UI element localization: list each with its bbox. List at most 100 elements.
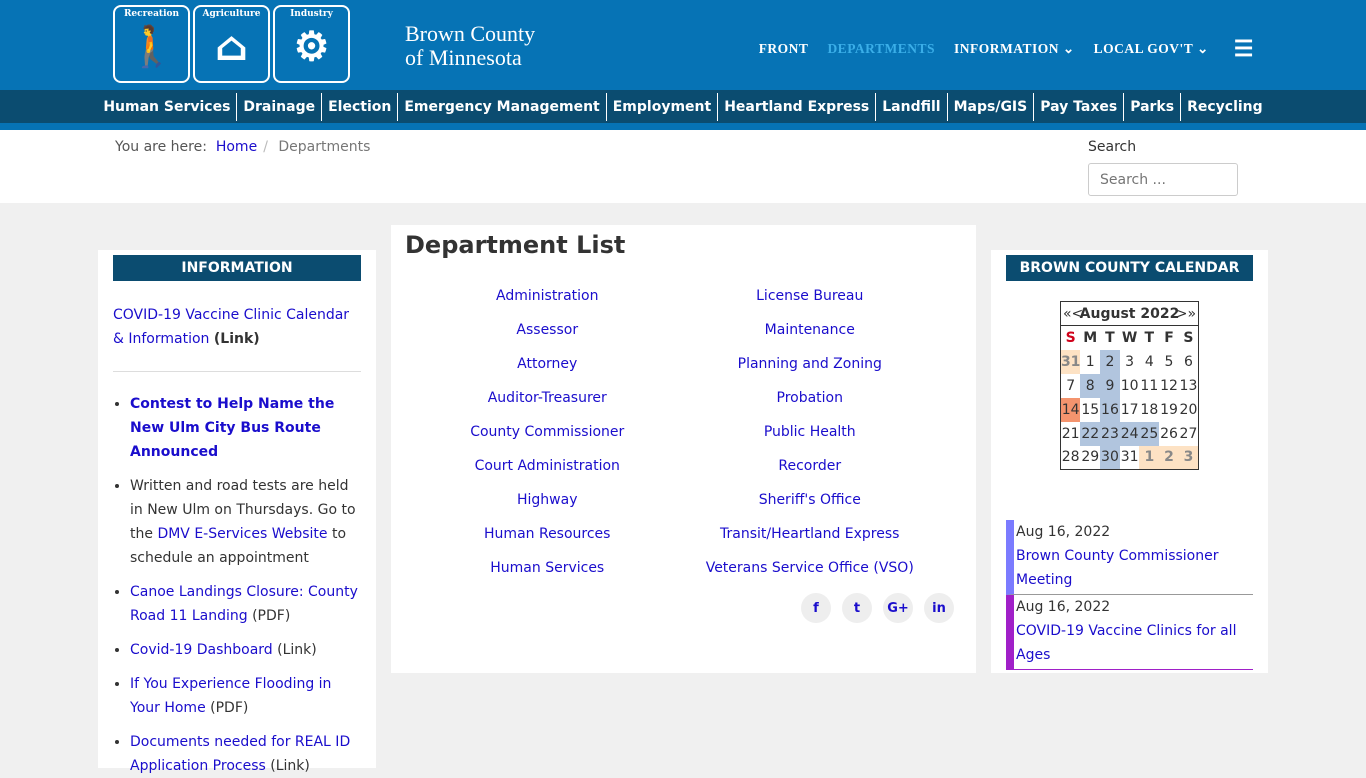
department-item: Public Health [664,415,957,449]
calendar-day[interactable]: 28 [1060,446,1080,470]
list-item: Covid-19 Dashboard (Link) [130,638,361,662]
calendar-day[interactable]: 12 [1159,374,1179,398]
event-link[interactable]: Brown County Commissioner Meeting [1016,548,1219,588]
site-header: Recreation 🚶 Agriculture ⌂ Industry ⚙ Brown… [0,0,1366,90]
logo-industry: Industry ⚙ [273,5,350,83]
department-item: Sheriff's Office [664,483,957,517]
calendar-day[interactable]: 4 [1139,350,1159,374]
department-link[interactable]: Probation [777,390,844,406]
nav-item[interactable]: FRONT [759,41,809,57]
calendar-day[interactable]: 19 [1159,398,1179,422]
google-plus-icon[interactable]: G+ [883,593,913,623]
department-link[interactable]: Administration [496,288,598,304]
calendar-day[interactable]: 3 [1120,350,1140,374]
calendar-day[interactable]: 25 [1139,421,1160,446]
subnav-item[interactable]: Parks [1124,92,1182,121]
calendar-day[interactable]: 8 [1080,373,1101,398]
subnav-item[interactable]: Drainage [237,92,323,121]
department-link[interactable]: Public Health [764,424,856,440]
event-link[interactable]: COVID-19 Vaccine Clinics for all Ages [1016,623,1236,663]
calendar-day[interactable]: 2 [1159,445,1179,470]
calendar-day[interactable]: 7 [1060,374,1080,398]
calendar-day[interactable]: 1 [1080,350,1100,374]
calendar-day[interactable]: 10 [1120,374,1140,398]
subnav-item[interactable]: Recycling [1181,93,1269,121]
prev-month-button[interactable]: «< [1063,306,1083,322]
subnav-item[interactable]: Employment [607,92,719,121]
department-link[interactable]: Human Resources [484,526,610,542]
calendar-day[interactable]: 13 [1179,374,1199,398]
calendar-week: 31 1 2 3 4 5 6 [1060,349,1199,374]
item-link[interactable]: Contest to Help Name the New Ulm City Bu… [130,396,334,460]
subnav-item[interactable]: Maps/GIS [948,92,1035,121]
breadcrumb-separator: / [263,139,268,155]
calendar-day[interactable]: 20 [1179,398,1199,422]
breadcrumb-home[interactable]: Home [216,139,257,155]
department-link[interactable]: Assessor [516,322,578,338]
hamburger-menu-icon[interactable]: ☰ [1234,36,1254,62]
calendar-day[interactable]: 6 [1179,350,1199,374]
calendar-day[interactable]: 9 [1100,373,1120,398]
calendar-day[interactable]: 16 [1100,397,1120,422]
department-item: Administration [411,279,684,313]
calendar-day[interactable]: 22 [1080,421,1101,446]
calendar-day[interactable]: 15 [1080,398,1100,422]
calendar-day[interactable]: 2 [1100,349,1120,374]
calendar-day[interactable]: 1 [1139,445,1160,470]
item-link[interactable]: Covid-19 Dashboard [130,642,273,658]
department-link[interactable]: Transit/Heartland Express [720,526,899,542]
department-item: Auditor-Treasurer [411,381,684,415]
facebook-icon[interactable]: f [801,593,831,623]
calendar-day[interactable]: 23 [1100,421,1120,446]
linkedin-icon[interactable]: in [924,593,954,623]
department-link[interactable]: Human Services [490,560,604,576]
item-link[interactable]: DMV E-Services Website [157,526,327,542]
calendar-day[interactable]: 27 [1179,422,1199,446]
subnav-item[interactable]: Landfill [876,92,948,121]
calendar-day[interactable]: 31 [1120,446,1140,470]
calendar-day[interactable]: 21 [1060,422,1080,446]
subnav-item[interactable]: Human Services [97,92,238,121]
subnav-item[interactable]: Election [322,92,399,121]
brand-name[interactable]: Brown County of Minnesota [405,22,535,70]
calendar-day[interactable]: 17 [1120,398,1140,422]
subnav-item[interactable]: Pay Taxes [1034,92,1125,121]
logo[interactable]: Recreation 🚶 Agriculture ⌂ Industry ⚙ [113,5,350,83]
calendar-day[interactable]: 26 [1159,422,1179,446]
next-month-button[interactable]: >» [1176,306,1196,322]
nav-item[interactable]: DEPARTMENTS [827,41,935,57]
twitter-icon[interactable]: t [842,593,872,623]
department-link[interactable]: Auditor-Treasurer [488,390,607,406]
item-link[interactable]: Canoe Landings Closure: County Road 11 L… [130,584,358,624]
panel-title: INFORMATION [113,255,361,281]
nav-item[interactable]: INFORMATION ⌄ [954,41,1075,57]
department-link[interactable]: Attorney [517,356,577,372]
calendar-day[interactable]: 11 [1139,374,1159,398]
department-link[interactable]: Veterans Service Office (VSO) [706,560,914,576]
department-link[interactable]: County Commissioner [470,424,624,440]
nav-item[interactable]: LOCAL GOV'T ⌄ [1094,41,1209,57]
item-link[interactable]: Documents needed for REAL ID Application… [130,734,350,774]
calendar-day[interactable]: 14 [1060,397,1081,422]
page-title: Department List [405,231,626,259]
department-link[interactable]: Court Administration [475,458,620,474]
department-link[interactable]: Planning and Zoning [738,356,882,372]
department-link[interactable]: Maintenance [765,322,855,338]
department-link[interactable]: Highway [517,492,578,508]
calendar-day[interactable]: 29 [1080,446,1100,470]
department-item: Highway [411,483,684,517]
subnav-item[interactable]: Emergency Management [398,92,607,121]
calendar-day[interactable]: 3 [1178,445,1199,470]
search-input[interactable] [1088,163,1238,196]
subnav-item[interactable]: Heartland Express [718,92,877,121]
calendar-day[interactable]: 5 [1159,350,1179,374]
calendar-day[interactable]: 31 [1060,349,1081,374]
department-link[interactable]: Sheriff's Office [759,492,861,508]
calendar-day[interactable]: 18 [1139,398,1159,422]
department-link[interactable]: Recorder [778,458,841,474]
department-column: Administration Assessor Attorney Auditor-Tr… [391,279,684,585]
event-date: Aug 16, 2022 [1016,524,1111,540]
calendar-day[interactable]: 24 [1119,421,1140,446]
department-link[interactable]: License Bureau [756,288,863,304]
calendar-day[interactable]: 30 [1100,445,1120,470]
